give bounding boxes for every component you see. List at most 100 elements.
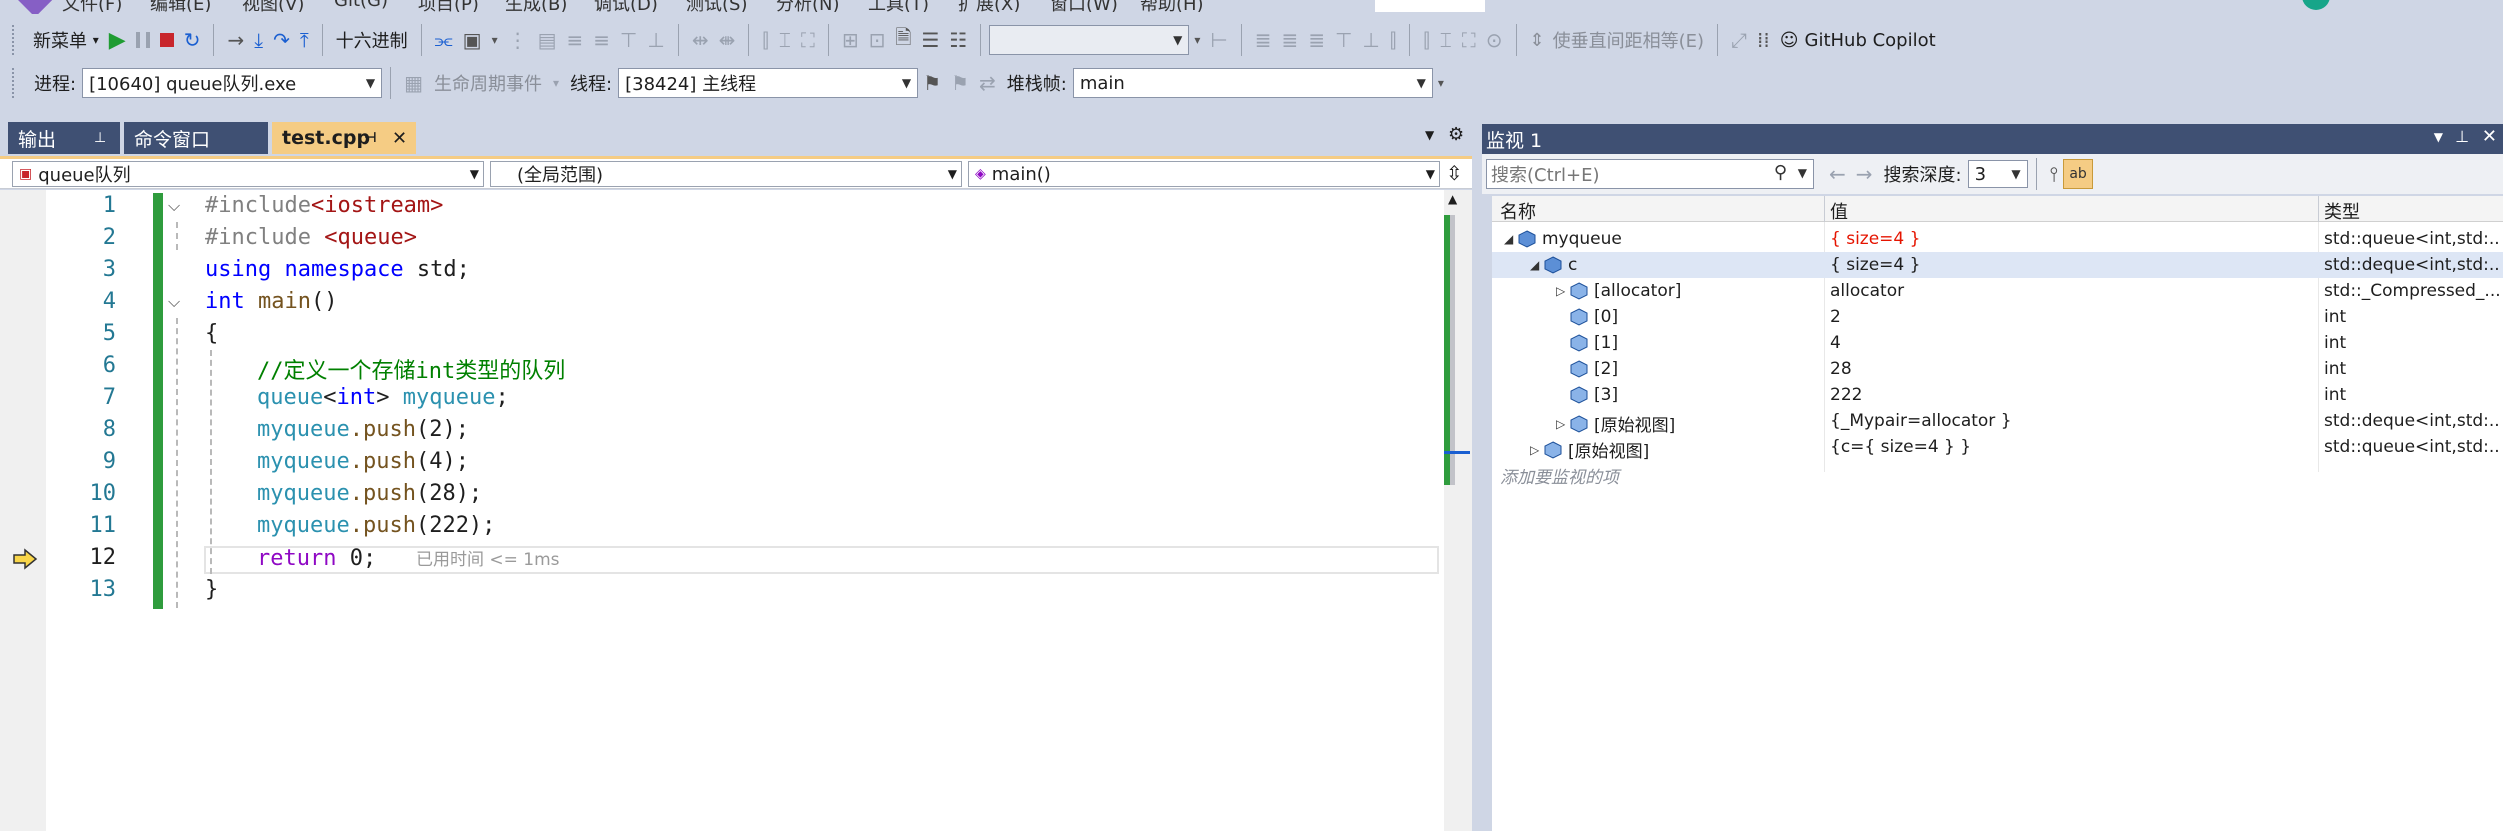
switch-icon[interactable]: ⇄: [974, 66, 1001, 100]
project-dropdown[interactable]: ▣ queue队列 ▼: [12, 161, 484, 187]
menu-git[interactable]: Git(G): [334, 0, 388, 11]
toolbar-grip[interactable]: [12, 25, 20, 55]
watch-search-box[interactable]: 搜索(Ctrl+E) ⚲ ▼: [1486, 159, 1814, 189]
chevron-down-icon[interactable]: ▾: [487, 23, 503, 57]
split-icon[interactable]: ⇳: [1446, 161, 1463, 185]
stop-icon[interactable]: [155, 23, 179, 57]
glyph-margin[interactable]: [0, 190, 46, 831]
watch-window-title-bar[interactable]: 监视 1 ▼ ⊥ ✕: [1482, 124, 2503, 154]
flag-thread-icon[interactable]: ⚑: [918, 66, 946, 100]
hex-display-button[interactable]: 十六进制: [331, 23, 413, 57]
add-watch-placeholder[interactable]: 添加要监视的项: [1500, 463, 1818, 488]
fold-chevron-icon[interactable]: ⌵: [168, 196, 180, 216]
step-out-icon[interactable]: ⤒: [295, 23, 314, 57]
chevron-down-icon[interactable]: ▾: [1433, 66, 1449, 100]
equal-spacing-button[interactable]: ⇕ 使垂直间距相等(E): [1525, 23, 1710, 57]
align-top-icon[interactable]: ⊤: [615, 23, 642, 57]
expand-icon[interactable]: ⤢: [1726, 23, 1752, 57]
gear-icon[interactable]: ⚙: [1448, 124, 1464, 145]
menu-extensions[interactable]: 扩展(X): [958, 0, 1020, 12]
zoom-icon[interactable]: ⊙: [1481, 23, 1508, 57]
pin-icon[interactable]: ⊣: [364, 130, 377, 146]
menu-window[interactable]: 窗口(W): [1050, 0, 1118, 12]
chevron-down-icon[interactable]: ▾: [548, 66, 564, 100]
view-as-text-icon[interactable]: ab: [2063, 159, 2093, 189]
watch-add-row[interactable]: 添加要监视的项: [1492, 460, 2503, 488]
size-icon-3[interactable]: ⛶: [796, 23, 820, 57]
toolbar-grip[interactable]: [12, 68, 20, 98]
watch-row[interactable]: [1] 4 int: [1492, 330, 2503, 356]
grid-icon[interactable]: ⊞: [837, 23, 864, 57]
size-icon-4[interactable]: ⫿: [1418, 23, 1434, 57]
size-icon-2[interactable]: ⌶: [774, 23, 796, 57]
align-icon-1[interactable]: ≣: [1250, 23, 1277, 57]
spacing-icon-1[interactable]: ⇹: [687, 23, 714, 57]
member-dropdown[interactable]: ◈ main() ▼: [968, 161, 1440, 187]
chevron-down-icon[interactable]: ▼: [1425, 128, 1434, 142]
perf-tip[interactable]: 已用时间 <= 1ms: [416, 550, 560, 570]
github-copilot-button[interactable]: ☺ GitHub Copilot: [1775, 23, 1941, 57]
watch-row[interactable]: ▷ [allocator] allocator std::_Compressed_…: [1492, 278, 2503, 304]
watch-value[interactable]: { size=4 }: [1830, 229, 2310, 249]
config-dropdown[interactable]: ▼: [989, 25, 1190, 55]
align-icon-4[interactable]: ⊤: [1330, 23, 1357, 57]
align-icon-2[interactable]: ≣: [1277, 23, 1304, 57]
watch-row-selected[interactable]: ◢ c { size=4 } std::deque<int,std:...: [1492, 252, 2503, 278]
search-previous-icon[interactable]: ←: [1824, 157, 1851, 191]
pane-splitter[interactable]: [1472, 120, 1482, 831]
expand-arrow-icon[interactable]: ▷: [1556, 417, 1570, 431]
format-icon-1[interactable]: ▤: [533, 23, 562, 57]
watch-row[interactable]: ◢ myqueue { size=4 } std::queue<int,std:.…: [1492, 226, 2503, 252]
pause-icon[interactable]: [131, 23, 155, 57]
search-icon[interactable]: ⚲: [1774, 162, 1787, 183]
align-icon-5[interactable]: ⊥: [1358, 23, 1385, 57]
scroll-up-icon[interactable]: ▲: [1448, 192, 1457, 206]
tab-test-cpp[interactable]: test.cpp ⊣ ✕: [272, 122, 416, 154]
chevron-down-icon[interactable]: ▼: [2434, 130, 2443, 144]
lifecycle-events-button[interactable]: 生命周期事件: [434, 70, 542, 96]
pin-icon[interactable]: ⊥: [2455, 127, 2469, 146]
menu-build[interactable]: 生成(B): [505, 0, 567, 12]
watch-value[interactable]: 2: [1830, 307, 2310, 327]
collapse-arrow-icon[interactable]: ◢: [1504, 232, 1518, 246]
chevron-down-icon[interactable]: ▾: [1189, 23, 1205, 57]
code-editor[interactable]: [0, 190, 1444, 831]
menu-help[interactable]: 帮助(H): [1140, 0, 1204, 12]
size-icon-1[interactable]: ⫿: [757, 23, 773, 57]
menu-test[interactable]: 测试(S): [686, 0, 747, 12]
align-icon-3[interactable]: ≣: [1303, 23, 1330, 57]
menu-debug[interactable]: 调试(D): [594, 0, 658, 12]
open-file-icon[interactable]: 🗎: [890, 23, 916, 57]
flag-all-icon[interactable]: ⚑: [946, 66, 974, 100]
chevron-down-icon[interactable]: ▼: [1798, 166, 1807, 180]
stackframe-dropdown[interactable]: main ▼: [1072, 68, 1433, 98]
watch-value[interactable]: 4: [1830, 333, 2310, 353]
step-over-icon[interactable]: ↷: [268, 23, 295, 57]
spacing-icon-2[interactable]: ⇼: [714, 23, 741, 57]
tab-output[interactable]: 输出 ⊥: [8, 122, 120, 154]
column-type-header[interactable]: 类型: [2324, 198, 2360, 224]
more-options-icon[interactable]: ⁞⁞: [1752, 23, 1775, 57]
collapse-arrow-icon[interactable]: ◢: [1530, 258, 1544, 272]
close-icon[interactable]: ✕: [392, 128, 407, 149]
pin-source-icon[interactable]: ⫯: [2045, 157, 2064, 191]
align-icon-6[interactable]: ⫿: [1385, 23, 1401, 57]
watch-row[interactable]: [2] 28 int: [1492, 356, 2503, 382]
diagnostics-icon[interactable]: ▣: [458, 23, 487, 57]
search-next-icon[interactable]: →: [1851, 157, 1878, 191]
menu-project[interactable]: 项目(P): [418, 0, 479, 12]
layout-icon[interactable]: ⊡: [864, 23, 891, 57]
show-next-statement-icon[interactable]: →: [222, 23, 249, 57]
menu-analyze[interactable]: 分析(N): [776, 0, 840, 12]
align-left-icon[interactable]: ≡: [562, 23, 589, 57]
pin-icon[interactable]: ⊥: [94, 130, 106, 146]
menu-edit[interactable]: 编辑(E): [150, 0, 211, 12]
size-icon-5[interactable]: ⌶: [1435, 23, 1457, 57]
watch-value[interactable]: 222: [1830, 385, 2310, 405]
thread-dropdown[interactable]: [38424] 主线程 ▼: [618, 68, 919, 98]
format-icon-2[interactable]: ⊢: [1205, 23, 1232, 57]
menu-tools[interactable]: 工具(T): [868, 0, 929, 12]
watch-row[interactable]: [3] 222 int: [1492, 382, 2503, 408]
watch-row[interactable]: [0] 2 int: [1492, 304, 2503, 330]
align-middle-icon[interactable]: ⊥: [642, 23, 669, 57]
